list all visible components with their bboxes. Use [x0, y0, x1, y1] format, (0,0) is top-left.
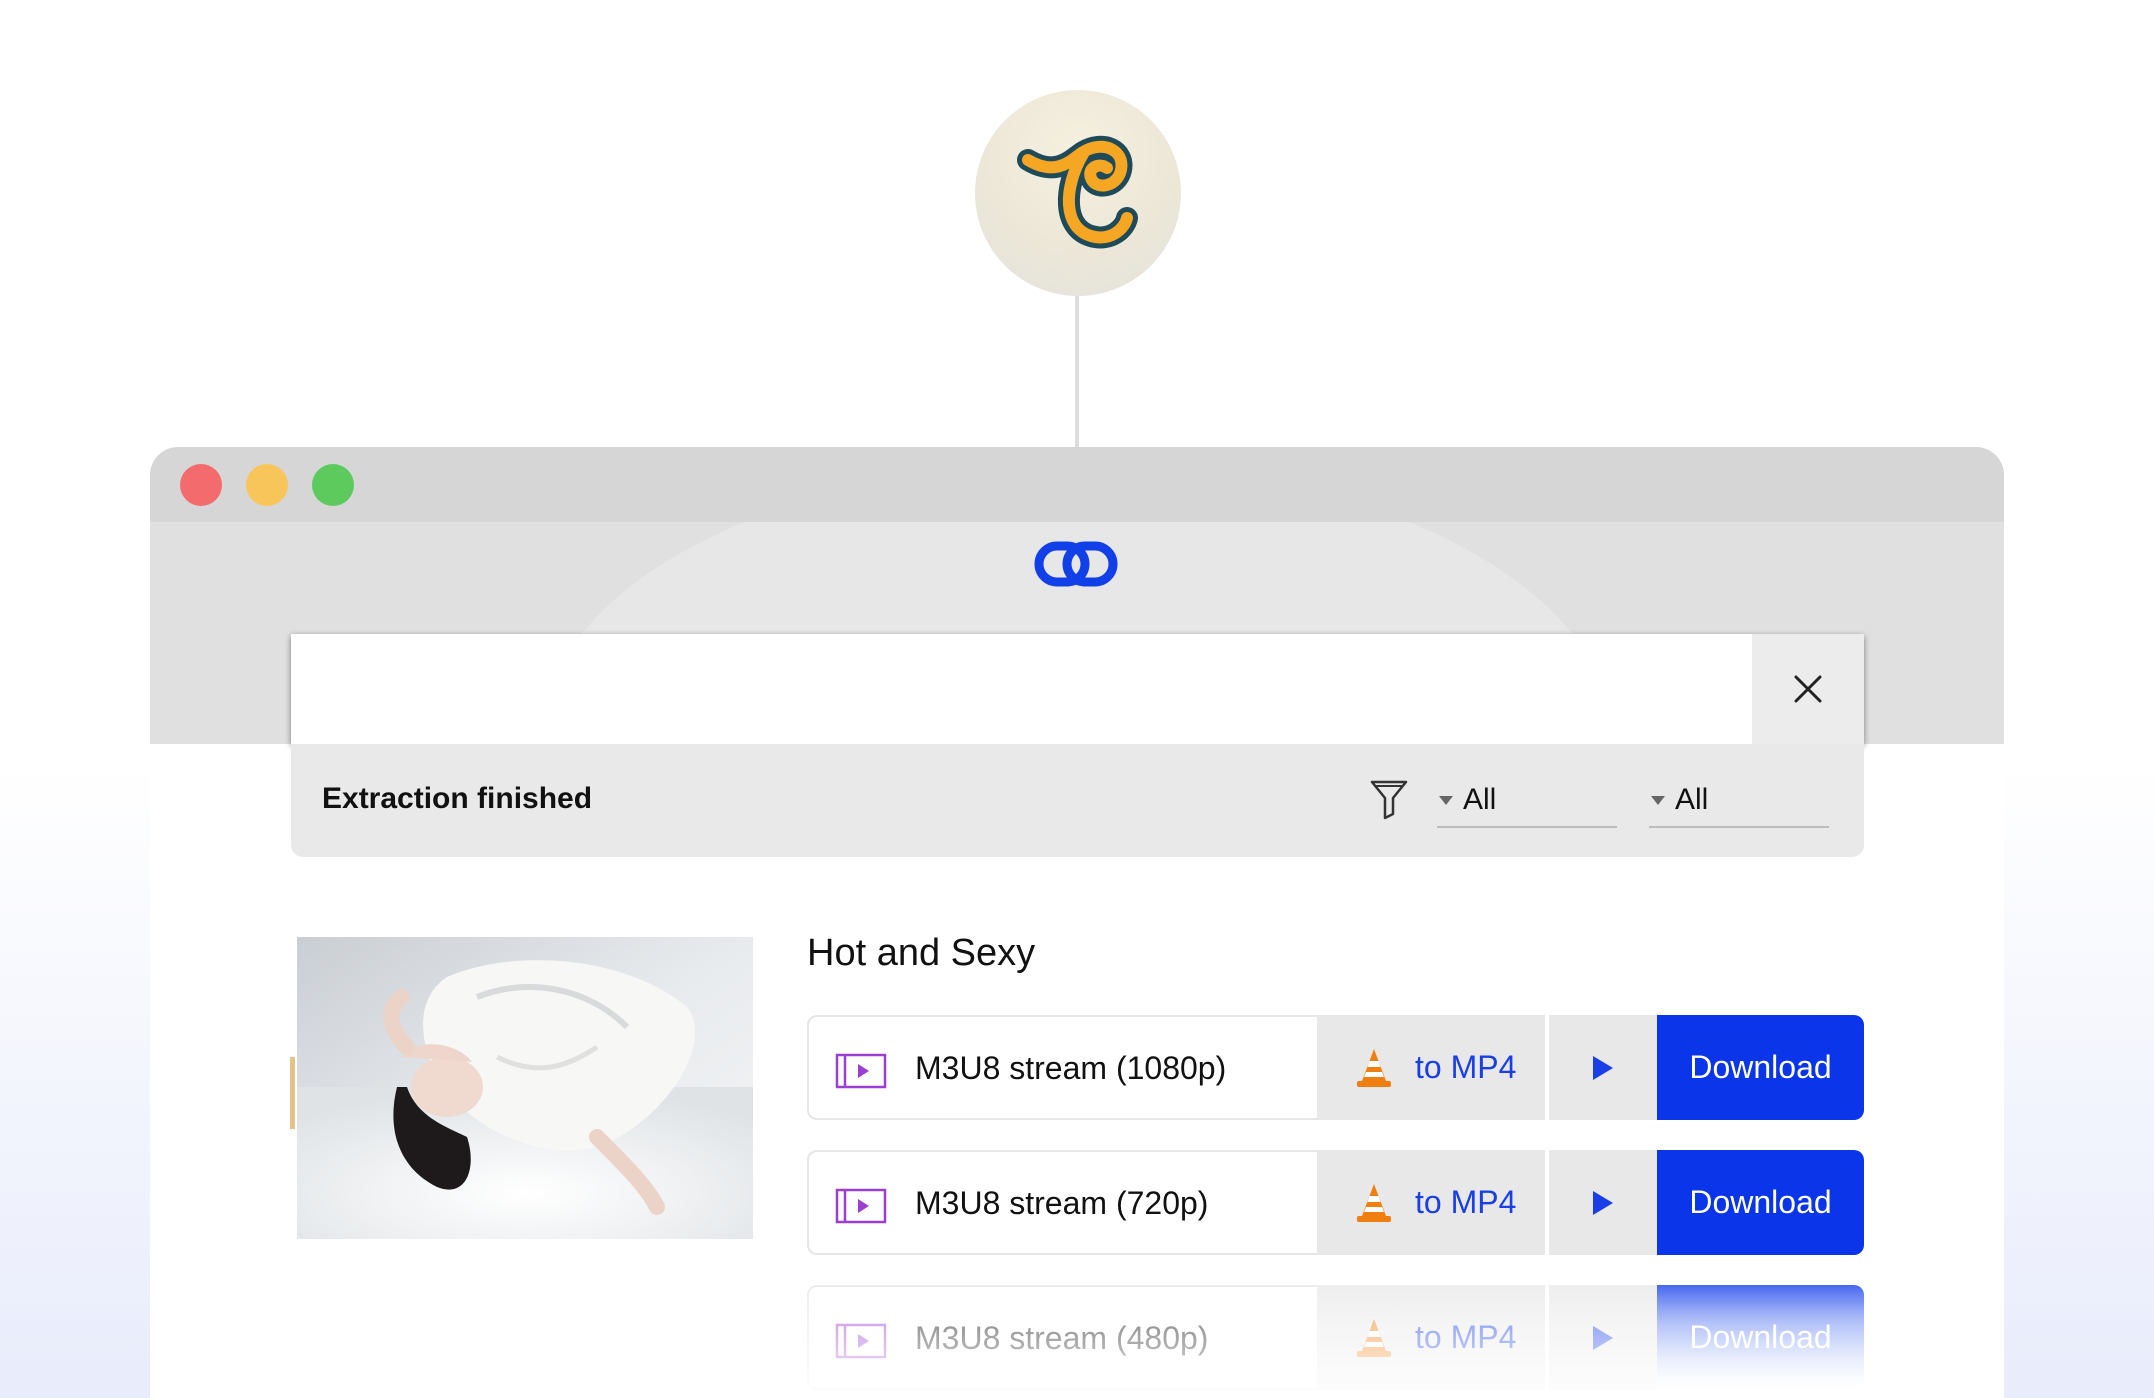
status-text: Extraction finished [322, 782, 593, 815]
video-file-icon [835, 1188, 887, 1224]
quality-filter-value: All [1675, 783, 1709, 816]
video-thumbnail [297, 937, 753, 1239]
video-file-icon [835, 1053, 887, 1089]
convert-label: to MP4 [1415, 1184, 1517, 1220]
stream-row: M3U8 stream (480p) to MP4 Download [807, 1285, 1864, 1390]
convert-label: to MP4 [1415, 1049, 1517, 1085]
vlc-cone-icon [1357, 1318, 1391, 1357]
stream-label: M3U8 stream (720p) [915, 1185, 1209, 1221]
stream-info: M3U8 stream (720p) [807, 1150, 1319, 1255]
vlc-cone-icon [1357, 1048, 1391, 1087]
play-icon [1593, 1325, 1613, 1350]
convert-to-mp4-button[interactable]: to MP4 [1317, 1150, 1545, 1255]
stream-row: M3U8 stream (720p) to MP4 Download [807, 1150, 1864, 1255]
chevron-down-icon [1439, 795, 1453, 805]
thumbnail-edge-mark [290, 1057, 295, 1129]
quality-filter-dropdown[interactable]: All [1649, 774, 1829, 828]
url-input[interactable] [291, 634, 1752, 744]
maximize-window-button[interactable] [312, 464, 354, 506]
title-bar [150, 447, 2004, 522]
play-icon [1593, 1055, 1613, 1080]
play-button[interactable] [1549, 1285, 1657, 1390]
play-button[interactable] [1549, 1015, 1657, 1120]
download-button[interactable]: Download [1657, 1015, 1864, 1120]
url-search-bar [291, 634, 1864, 744]
vlc-cone-icon [1357, 1183, 1391, 1222]
play-icon [1593, 1190, 1613, 1215]
convert-to-mp4-button[interactable]: to MP4 [1317, 1285, 1545, 1390]
status-bar: Extraction finished All All [291, 744, 1864, 857]
video-file-icon [835, 1323, 887, 1359]
stream-info: M3U8 stream (1080p) [807, 1015, 1319, 1120]
stream-label: M3U8 stream (1080p) [915, 1050, 1227, 1086]
play-button[interactable] [1549, 1150, 1657, 1255]
close-icon [1794, 675, 1822, 703]
app-logo-icon [1017, 135, 1138, 249]
result-title: Hot and Sexy [807, 932, 1036, 974]
chevron-down-icon [1651, 795, 1665, 805]
type-filter-dropdown[interactable]: All [1437, 774, 1617, 828]
close-window-button[interactable] [180, 464, 222, 506]
download-button[interactable]: Download [1657, 1285, 1864, 1390]
stream-label: M3U8 stream (480p) [915, 1320, 1209, 1356]
app-window: Extraction finished All All Hot and Sexy… [150, 447, 2004, 1398]
clear-input-button[interactable] [1752, 634, 1864, 744]
app-emblem [975, 90, 1181, 296]
link-logo-icon [1034, 541, 1118, 587]
download-button[interactable]: Download [1657, 1150, 1864, 1255]
stream-row: M3U8 stream (1080p) to MP4 Download [807, 1015, 1864, 1120]
minimize-window-button[interactable] [246, 464, 288, 506]
type-filter-value: All [1463, 783, 1497, 816]
connector-line [1075, 296, 1079, 448]
stream-info: M3U8 stream (480p) [807, 1285, 1319, 1390]
filter-icon [1370, 780, 1408, 820]
convert-label: to MP4 [1415, 1319, 1517, 1355]
convert-to-mp4-button[interactable]: to MP4 [1317, 1015, 1545, 1120]
